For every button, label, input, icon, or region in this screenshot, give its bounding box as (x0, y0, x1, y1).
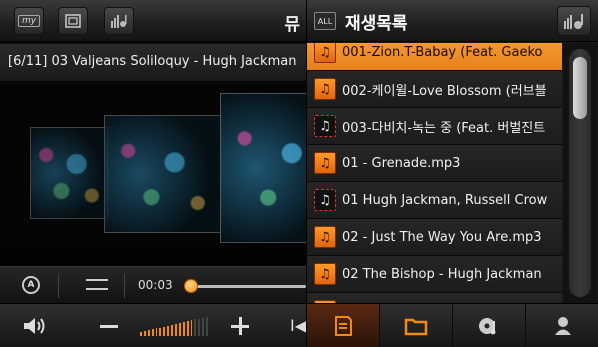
volume-step (143, 331, 146, 336)
tab-album[interactable] (453, 304, 526, 347)
player-top-bar: my 뮤 (0, 0, 306, 42)
playlist-item-label: 02 - Just The Way You Are.mp3 (342, 229, 542, 245)
plus-icon[interactable] (231, 317, 249, 335)
artist-icon (554, 317, 571, 335)
playlist-tabs (307, 303, 598, 347)
volume-step (182, 322, 185, 336)
playlist-item-label: 001-Zion.T-Babay (Feat. Gaeko (342, 44, 543, 60)
volume-controls: I◀ (0, 303, 306, 347)
volume-step (175, 323, 177, 336)
playlist-item[interactable]: ♫ 01 - Grenade.mp3 (307, 145, 562, 182)
playlist-item-label: 002-케이윌-Love Blossom (러브블 (342, 83, 547, 99)
volume-step (155, 328, 158, 336)
playlist-item[interactable]: ♫ 002-케이윌-Love Blossom (러브블 (307, 71, 562, 108)
playlist-item[interactable]: ♫ 02 The Bishop - Hugh Jackman (307, 256, 562, 293)
playlist-item[interactable]: ♫ 02 - Just The Way You Are.mp3 (307, 219, 562, 256)
cover-reflection (0, 240, 306, 266)
music-note-icon: ♫ (314, 263, 336, 285)
playlist-item[interactable]: ♫ 01 Hugh Jackman, Russell Crow (307, 182, 562, 219)
volume-step (186, 321, 189, 336)
playlist-item-label: 02 The Bishop - Hugh Jackman (342, 266, 542, 282)
window-icon (65, 14, 81, 28)
album-cover-carousel[interactable] (0, 83, 306, 266)
minus-icon[interactable] (100, 325, 118, 328)
playlist-item[interactable]: ♫ 003-다비치-녹는 중 (Feat. 버벌진트 (307, 108, 562, 145)
divider (58, 274, 59, 298)
music-note-icon: ♫ (314, 78, 336, 100)
volume-step (202, 317, 205, 336)
music-note-icon: ♫ (314, 152, 336, 174)
volume-level-bar[interactable] (140, 316, 209, 336)
volume-step (167, 325, 170, 336)
volume-step (198, 318, 201, 336)
volume-step (194, 319, 197, 336)
playlist-item-label: 01 Hugh Jackman, Russell Crow (342, 192, 548, 208)
seek-knob[interactable] (184, 279, 198, 293)
playlist-equalizer-button[interactable] (557, 6, 591, 36)
tab-playlist[interactable] (307, 304, 380, 347)
now-playing-bar: [6/11] 03 Valjeans Soliloquy - Hugh Jack… (0, 44, 306, 82)
playlist-item-label: 01 - Grenade.mp3 (342, 155, 461, 171)
volume-step (163, 326, 166, 336)
music-note-icon: ♫ (314, 115, 336, 137)
volume-step (151, 329, 154, 336)
playlist-header: ALL 재생목록 (307, 0, 598, 42)
playlist-title: 재생목록 (345, 14, 408, 34)
volume-step (171, 324, 174, 336)
divider (124, 274, 125, 298)
now-playing-title: [6/11] 03 Valjeans Soliloquy - Hugh Jack… (8, 54, 297, 69)
shuffle-icon[interactable] (86, 276, 110, 294)
scrollbar-thumb[interactable] (573, 57, 587, 119)
equalizer-button[interactable] (104, 7, 134, 35)
playlist-icon (335, 316, 352, 336)
playlist-item-label: 003-다비치-녹는 중 (Feat. 버벌진트 (342, 120, 546, 136)
progress-bar: A 00:03 (0, 266, 306, 303)
music-note-icon: ♫ (314, 189, 336, 211)
album-cover-current[interactable] (220, 93, 306, 243)
playlist-item-active[interactable]: ♫ 001-Zion.T-Babay (Feat. Gaeko (307, 43, 562, 71)
equalizer-icon (111, 15, 127, 28)
album-cover[interactable] (30, 127, 108, 219)
app-title-fragment: 뮤 (284, 15, 300, 35)
volume-step (178, 323, 181, 336)
album-cover[interactable] (104, 115, 222, 233)
album-icon (479, 318, 496, 335)
repeat-icon[interactable]: A (22, 276, 40, 294)
volume-icon[interactable] (22, 316, 52, 336)
tab-folder[interactable] (380, 304, 453, 347)
equalizer-icon (564, 14, 583, 29)
my-icon: my (17, 15, 41, 27)
volume-step (159, 327, 162, 336)
folder-icon (404, 318, 428, 336)
tab-artist[interactable] (526, 304, 598, 347)
music-note-icon: ♫ (314, 226, 336, 248)
player-panel: my 뮤 [6/11] 03 Valjeans Soliloquy - Hugh… (0, 0, 306, 347)
volume-step (140, 332, 142, 336)
volume-step (147, 330, 150, 336)
seek-track[interactable] (188, 285, 306, 288)
previous-track-icon[interactable]: I◀ (290, 316, 306, 335)
playlist-scrollbar[interactable] (563, 43, 597, 303)
music-note-icon: ♫ (314, 43, 336, 63)
playlist-item[interactable]: ♫ (307, 293, 562, 303)
window-button[interactable] (58, 7, 88, 35)
elapsed-time: 00:03 (138, 278, 173, 292)
volume-step (206, 316, 209, 336)
playlist-panel: ALL 재생목록 ♫ 001-Zion.T-Babay (Feat. Gaeko ♫… (306, 0, 598, 347)
my-button[interactable]: my (14, 7, 44, 35)
volume-step (190, 320, 193, 336)
all-button[interactable]: ALL (314, 12, 336, 30)
playlist-list: ♫ 001-Zion.T-Babay (Feat. Gaeko ♫ 002-케이윌-L… (307, 43, 562, 303)
